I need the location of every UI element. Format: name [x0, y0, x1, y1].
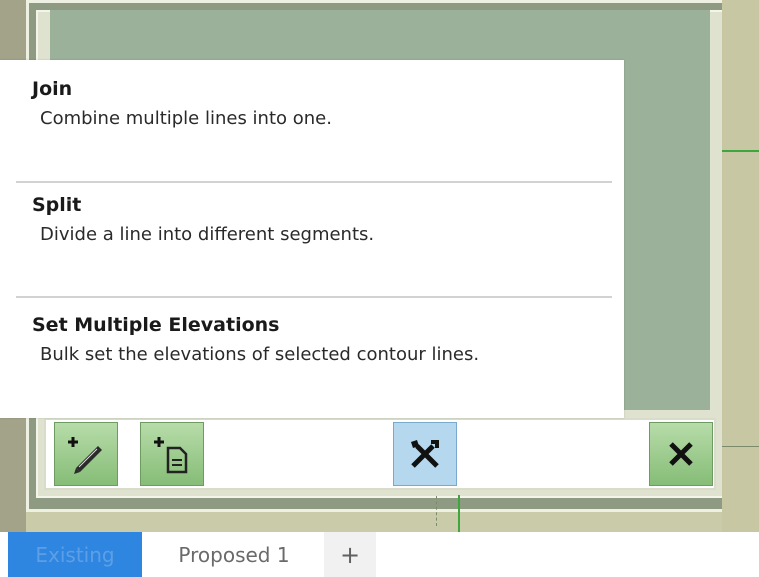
layer-tabs: Existing Proposed 1 + [0, 532, 759, 577]
add-document-button[interactable] [140, 422, 204, 486]
close-icon [669, 442, 693, 466]
menu-divider [16, 296, 612, 298]
menu-item-description: Divide a line into different segments. [40, 224, 375, 245]
add-line-button[interactable] [54, 422, 118, 486]
contour-line-vertical [458, 495, 460, 532]
menu-divider [16, 181, 612, 183]
edit-toolbar [44, 418, 716, 490]
add-tab-button[interactable]: + [324, 532, 376, 577]
close-toolbar-button[interactable] [649, 422, 713, 486]
menu-item-description: Bulk set the elevations of selected cont… [40, 344, 480, 365]
menu-item-split[interactable]: Split Divide a line into different segme… [0, 194, 612, 298]
menu-item-title: Join [32, 78, 73, 100]
tab-proposed-1[interactable]: Proposed 1 [144, 532, 324, 577]
tab-existing[interactable]: Existing [8, 532, 142, 577]
menu-item-set-multiple-elevations[interactable]: Set Multiple Elevations Bulk set the ele… [0, 314, 612, 410]
tools-button[interactable] [393, 422, 457, 486]
map-edge-right [722, 0, 759, 532]
tools-popup-menu: Join Combine multiple lines into one. Sp… [0, 60, 624, 418]
dashed-guide-vertical [436, 496, 438, 526]
contour-line-horizontal [722, 150, 759, 152]
menu-item-title: Set Multiple Elevations [32, 314, 280, 336]
tools-icon [411, 440, 439, 468]
dashed-guide-horizontal [722, 446, 759, 447]
menu-item-join[interactable]: Join Combine multiple lines into one. [0, 78, 612, 184]
menu-item-description: Combine multiple lines into one. [40, 108, 332, 129]
add-document-icon [154, 437, 188, 474]
add-line-pencil-icon [68, 437, 102, 474]
menu-item-title: Split [32, 194, 82, 216]
